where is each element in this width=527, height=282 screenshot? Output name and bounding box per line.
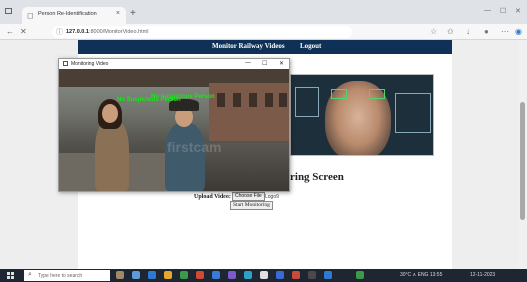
page-scrollbar[interactable] [518, 40, 527, 269]
video-frame: firstcam No Suspicious Person No Suspici… [59, 69, 289, 191]
tab-close-icon[interactable]: × [116, 10, 120, 17]
app-icon-green[interactable] [356, 271, 364, 279]
app-icon-blue[interactable] [212, 271, 220, 279]
browser-window: ◻ Person Re-Identification × + — ☐ ✕ ← ✕… [0, 0, 527, 282]
choose-file-button[interactable]: Choose File [232, 192, 265, 201]
app-icon-video[interactable] [324, 271, 332, 279]
app-icon-white[interactable] [260, 271, 268, 279]
system-tray[interactable]: 30°C ∧ ENG 13:55 [400, 272, 442, 278]
address-bar: ← ✕ ⓘ 127.0.0.1:8000/MonitorVideo.html ☆… [0, 24, 527, 40]
favorite-icon[interactable]: ☆ [430, 27, 437, 36]
page-icon: ◻ [27, 11, 34, 20]
app-icon-dark[interactable] [308, 271, 316, 279]
popup-titlebar[interactable]: Monitoring Video — ☐ ✕ [59, 59, 289, 69]
store-icon[interactable] [180, 271, 188, 279]
page-heading: ring Screen [290, 171, 344, 183]
clock-date[interactable]: 12-11-2023 [470, 272, 495, 278]
detection-label-2: No Suspicious Person [151, 94, 215, 100]
edge-taskbar-icon[interactable] [148, 271, 156, 279]
close-icon[interactable]: ✕ [515, 7, 521, 15]
popup-title: Monitoring Video [71, 61, 109, 67]
maximize-icon[interactable]: ☐ [500, 7, 506, 15]
face-recognition-image [290, 74, 434, 156]
app-icon-cyan[interactable] [244, 271, 252, 279]
person-right [165, 123, 205, 191]
nav-logout-link[interactable]: Logout [300, 42, 321, 50]
taskbar-search-input[interactable]: ⌕ Type here to search [24, 270, 110, 281]
back-icon[interactable]: ← [6, 27, 14, 36]
popup-close-icon[interactable]: ✕ [279, 60, 284, 67]
new-tab-icon[interactable]: + [130, 8, 136, 19]
popup-minimize-icon[interactable]: — [245, 60, 251, 66]
url-field[interactable]: ⓘ 127.0.0.1:8000/MonitorVideo.html [52, 26, 352, 38]
nav-monitor-link[interactable]: Monitor Railway Videos [212, 42, 285, 50]
popup-maximize-icon[interactable]: ☐ [262, 60, 267, 67]
start-monitoring-button[interactable]: Start Monitoring [230, 201, 273, 210]
more-icon[interactable]: ⋯ [501, 27, 509, 36]
browser-tab[interactable]: ◻ Person Re-Identification × [22, 7, 126, 24]
monitoring-video-window[interactable]: Monitoring Video — ☐ ✕ firstcam No Suspi… [58, 58, 290, 192]
weather-icon[interactable] [116, 271, 124, 279]
app-icon [63, 61, 68, 66]
file-status: Logo9 [265, 194, 279, 200]
windows-start-icon[interactable] [7, 272, 14, 279]
station-building [209, 83, 289, 141]
app-icon-red[interactable] [196, 271, 204, 279]
downloads-icon[interactable]: ↓ [466, 27, 470, 36]
edge-icon[interactable]: ◉ [515, 27, 522, 36]
collections-icon[interactable]: ✩ [447, 27, 454, 36]
tab-bar: ◻ Person Re-Identification × + — ☐ ✕ [0, 0, 527, 24]
app-icon-orange[interactable] [292, 271, 300, 279]
file-explorer-icon[interactable] [164, 271, 172, 279]
person-left [95, 119, 129, 191]
taskbar-search-placeholder: Type here to search [38, 273, 83, 279]
window-menu-icon[interactable] [5, 8, 12, 14]
upload-label: Upload Video: [194, 194, 231, 200]
url-host: 127.0.0.1 [66, 29, 89, 35]
site-navbar: Monitor Railway Videos Logout [78, 40, 452, 54]
video-watermark: firstcam [167, 139, 222, 155]
info-icon[interactable]: ⓘ [56, 27, 63, 37]
profile-icon[interactable]: ● [484, 27, 489, 36]
url-path: :8000/MonitorVideo.html [88, 29, 149, 35]
windows-taskbar: ⌕ Type here to search 30°C ∧ ENG 13:55 1… [0, 269, 527, 282]
close-page-icon[interactable]: ✕ [20, 27, 27, 36]
task-view-icon[interactable] [132, 271, 140, 279]
scrollbar-thumb[interactable] [520, 102, 525, 220]
tab-title: Person Re-Identification [38, 11, 97, 17]
app-icon-python[interactable] [276, 271, 284, 279]
search-icon: ⌕ [28, 271, 32, 278]
app-icon-purple[interactable] [228, 271, 236, 279]
minimize-icon[interactable]: — [484, 7, 491, 14]
